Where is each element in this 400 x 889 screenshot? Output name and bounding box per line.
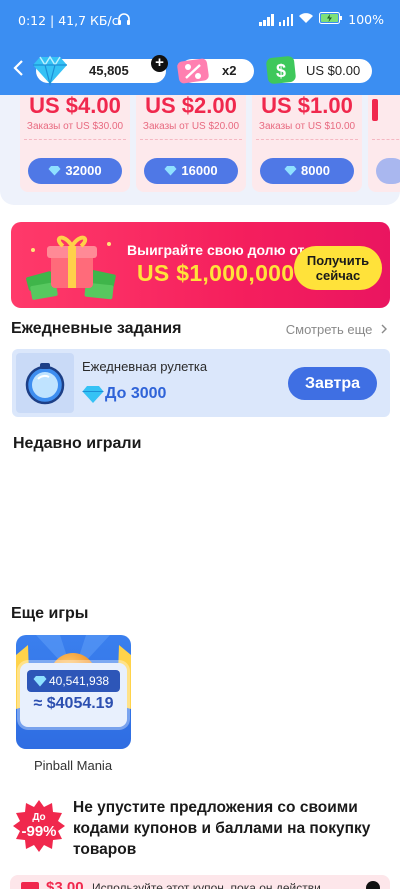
top-header: 0:12 | 41,7 КБ/с 100% 45,805 + x2 US $0.… xyxy=(0,0,400,95)
boost-value: x2 xyxy=(222,63,237,78)
gift-money-icon xyxy=(26,235,116,300)
coupon-redeem-button[interactable] xyxy=(376,158,400,184)
coupon-amount: US $2.00 xyxy=(145,95,237,118)
daily-tasks-title: Ежедневные задания xyxy=(11,320,182,337)
coupon-price: 8000 xyxy=(301,163,330,178)
see-all-label: Смотреть еще xyxy=(285,322,373,337)
daily-roulette-task[interactable]: Ежедневная рулетка До 3000 Завтра xyxy=(12,349,390,417)
bottom-coupon-text: Используйте этот купон, пока он действи xyxy=(92,881,321,889)
gem-icon xyxy=(48,159,61,185)
gem-icon xyxy=(164,159,177,185)
coupon-divider xyxy=(24,139,126,140)
coupon-card[interactable]: US $1.00 Заказы от US $10.00 8000 xyxy=(252,95,362,192)
status-time-speed: 0:12 | 41,7 КБ/с xyxy=(18,13,119,28)
coupon-divider xyxy=(372,139,400,140)
coupon-card-partial[interactable] xyxy=(368,95,400,192)
chevron-left-icon xyxy=(13,60,23,76)
coupon-divider xyxy=(256,139,358,140)
status-bar: 0:12 | 41,7 КБ/с 100% xyxy=(0,0,400,42)
task-tomorrow-button[interactable]: Завтра xyxy=(288,367,377,400)
coupon-percent-icon xyxy=(177,58,209,84)
coupon-redeem-button[interactable]: 8000 xyxy=(260,158,354,184)
coupon-card[interactable]: US $4.00 Заказы от US $30.00 32000 xyxy=(20,95,130,192)
coupon-price: 32000 xyxy=(65,163,102,178)
bottom-coupon-amount: $3.00 xyxy=(46,879,84,889)
coupon-redeem-button[interactable]: 32000 xyxy=(28,158,122,184)
battery-percent: 100% xyxy=(348,12,384,27)
promo-banner[interactable]: Выиграйте свою долю от US $1,000,000 Пол… xyxy=(11,222,390,308)
discount-badge: До -99% xyxy=(13,800,65,852)
coupon-condition: Заказы от US $20.00 xyxy=(142,121,240,132)
coupon-condition: Заказы от US $30.00 xyxy=(26,121,124,132)
coupon-condition: Заказы от US $10.00 xyxy=(258,121,356,132)
bottom-coupon-go-button[interactable] xyxy=(366,881,380,889)
cash-icon: $ xyxy=(266,56,296,84)
battery-icon xyxy=(319,12,343,27)
game-title[interactable]: Pinball Mania xyxy=(34,758,112,773)
coupon-amount: US $4.00 xyxy=(29,95,121,118)
offer-text: Не упустите предложения со своими кодами… xyxy=(73,799,371,858)
badge-percent: -99% xyxy=(21,823,57,840)
status-right: 100% xyxy=(259,12,384,27)
task-name: Ежедневная рулетка xyxy=(82,359,208,374)
banner-cta-line1: Получить xyxy=(306,253,370,268)
ticket-icon xyxy=(21,882,39,889)
add-gems-button[interactable]: + xyxy=(151,55,168,72)
wifi-icon xyxy=(298,12,314,27)
task-reward: До 3000 xyxy=(105,385,167,402)
currency-row: 45,805 + x2 US $0.00 $ xyxy=(0,54,400,88)
banner-cta-line2: сейчас xyxy=(315,268,361,283)
coupon-amount-partial xyxy=(372,99,378,121)
roulette-icon xyxy=(16,353,74,413)
recently-played-title: Недавно играли xyxy=(13,435,142,452)
badge-prefix: До xyxy=(32,812,46,823)
signal-icon-2 xyxy=(278,13,294,26)
game-usd-value: ≈ $4054.19 xyxy=(33,695,114,712)
gems-value: 45,805 xyxy=(89,63,129,78)
svg-text:$: $ xyxy=(276,61,286,81)
screen: 0:12 | 41,7 КБ/с 100% 45,805 + x2 US $0.… xyxy=(0,0,400,889)
chevron-right-icon xyxy=(381,324,387,334)
gem-icon xyxy=(33,55,67,86)
gem-icon xyxy=(82,386,104,403)
signal-icon xyxy=(259,13,274,26)
see-all-link[interactable]: Смотреть еще xyxy=(286,322,388,337)
gem-icon xyxy=(33,676,47,687)
banner-get-now-button[interactable]: Получить сейчас xyxy=(294,246,382,290)
coupon-price: 16000 xyxy=(181,163,218,178)
coupon-amount: US $1.00 xyxy=(261,95,353,118)
cash-value: US $0.00 xyxy=(306,63,361,78)
coupon-card[interactable]: US $2.00 Заказы от US $20.00 16000 xyxy=(136,95,246,192)
bottom-coupon-bar[interactable]: $3.00 Используйте этот купон, пока он де… xyxy=(10,875,390,889)
coupon-redeem-button[interactable]: 16000 xyxy=(144,158,238,184)
game-card-pinball-mania[interactable]: 40,541,938 ≈ $4054.19 xyxy=(16,635,131,749)
back-button[interactable] xyxy=(12,58,32,82)
banner-prize: US $1,000,000 xyxy=(137,260,295,286)
headphones-icon xyxy=(117,12,131,29)
coupon-strip: US $4.00 Заказы от US $30.00 32000 US $2… xyxy=(0,95,400,205)
coupon-divider xyxy=(140,139,242,140)
gem-icon xyxy=(284,159,297,185)
more-games-title: Еще игры xyxy=(11,605,89,622)
